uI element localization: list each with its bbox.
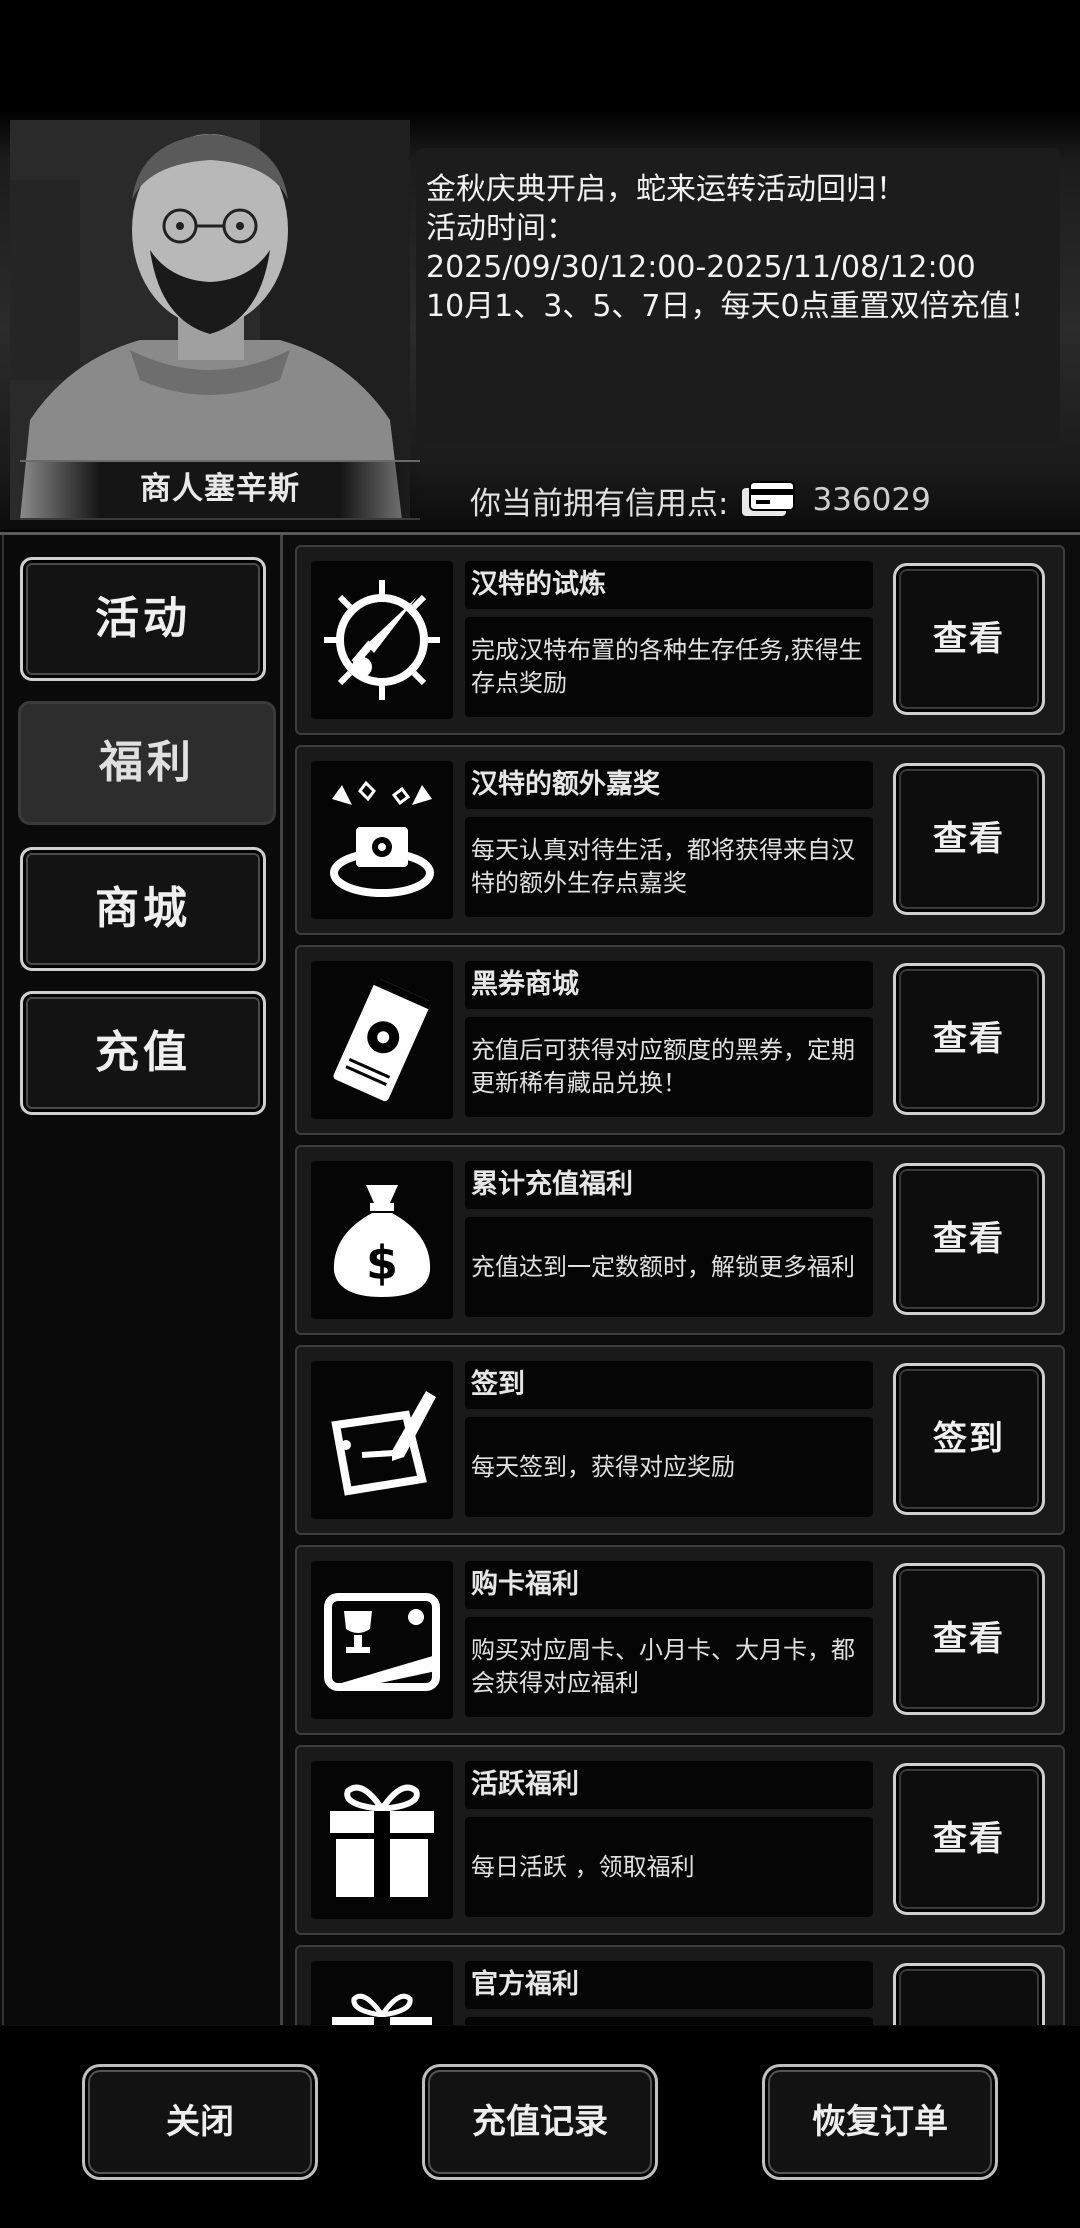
announcement-line: 10月1、3、5、7日，每天0点重置双倍充值！ — [426, 289, 1040, 324]
card-title: 黑券商城 — [465, 961, 873, 1009]
welfare-list[interactable]: 汉特的试炼 完成汉特布置的各种生存任务,获得生存点奖励 查看 汉特的额外嘉奖 每… — [290, 545, 1068, 2025]
merchant-name: 商人塞辛斯 — [20, 460, 420, 520]
recharge-history-button[interactable]: 充值记录 — [422, 2064, 658, 2180]
list-item: 官方福利 — [295, 1945, 1065, 2025]
list-item: 活跃福利 每日活跃 ，领取福利 查看 — [295, 1745, 1065, 1935]
ticket-icon — [311, 961, 453, 1119]
money-bag-icon: $ — [311, 1161, 453, 1319]
card-title: 汉特的额外嘉奖 — [465, 761, 873, 809]
card-description: 充值后可获得对应额度的黑券，定期更新稀有藏品兑换！ — [465, 1017, 873, 1117]
list-item: 汉特的试炼 完成汉特布置的各种生存任务,获得生存点奖励 查看 — [295, 545, 1065, 735]
list-item: 购卡福利 购买对应周卡、小月卡、大月卡，都会获得对应福利 查看 — [295, 1545, 1065, 1735]
sidebar-item-activity[interactable]: 活动 — [20, 557, 266, 681]
sign-pen-icon — [311, 1361, 453, 1519]
credit-balance: 你当前拥有信用点: 336029 — [470, 474, 931, 526]
list-item: 黑券商城 充值后可获得对应额度的黑券，定期更新稀有藏品兑换！ 查看 — [295, 945, 1065, 1135]
card-description: 完成汉特布置的各种生存任务,获得生存点奖励 — [465, 617, 873, 717]
trophy-card-icon — [311, 1561, 453, 1719]
footer-bar: 关闭 充值记录 恢复订单 — [0, 2026, 1080, 2228]
card-title: 购卡福利 — [465, 1561, 873, 1609]
view-button[interactable]: 查看 — [893, 1163, 1045, 1315]
view-button[interactable]: 查看 — [893, 1763, 1045, 1915]
gift-box-icon — [311, 1761, 453, 1919]
main-panel: 活动 福利 商城 充值 汉特的试炼 完成汉特布置的各种生存任务,获得生存点奖励 … — [0, 532, 1080, 2026]
credit-card-icon — [742, 481, 796, 516]
sign-in-button[interactable]: 签到 — [893, 1363, 1045, 1515]
card-description — [465, 2017, 873, 2025]
view-button[interactable]: 查看 — [893, 1563, 1045, 1715]
view-button[interactable]: 查看 — [893, 563, 1045, 715]
sidebar-item-recharge[interactable]: 充值 — [20, 991, 266, 1115]
view-button[interactable]: 查看 — [893, 963, 1045, 1115]
sidebar: 活动 福利 商城 充值 — [2, 535, 283, 2025]
announcement-line: 金秋庆典开启，蛇来运转活动回归！ — [426, 172, 906, 207]
gift-partial-icon — [311, 1961, 453, 2025]
gift-burst-icon — [311, 761, 453, 919]
card-description: 每日活跃 ，领取福利 — [465, 1817, 873, 1917]
svg-text:$: $ — [366, 1236, 398, 1290]
card-description: 充值达到一定数额时，解锁更多福利 — [465, 1217, 873, 1317]
list-item: 签到 每天签到，获得对应奖励 签到 — [295, 1345, 1065, 1535]
card-description: 每天认真对待生活，都将获得来自汉特的额外生存点嘉奖 — [465, 817, 873, 917]
list-item: 汉特的额外嘉奖 每天认真对待生活，都将获得来自汉特的额外生存点嘉奖 查看 — [295, 745, 1065, 935]
close-button[interactable]: 关闭 — [82, 2064, 318, 2180]
view-button[interactable] — [893, 1963, 1045, 2025]
sword-sun-icon — [311, 561, 453, 719]
announcement-line: 2025/09/30/12:00-2025/11/08/12:00 — [426, 250, 976, 285]
restore-order-button[interactable]: 恢复订单 — [762, 2064, 998, 2180]
card-title: 官方福利 — [465, 1961, 873, 2009]
card-title: 签到 — [465, 1361, 873, 1409]
card-title: 汉特的试炼 — [465, 561, 873, 609]
announcement-line: 活动时间： — [426, 211, 576, 246]
list-item: $ 累计充值福利 充值达到一定数额时，解锁更多福利 查看 — [295, 1145, 1065, 1335]
sidebar-item-mall[interactable]: 商城 — [20, 847, 266, 971]
credit-value: 336029 — [812, 482, 931, 518]
announcement-box: 金秋庆典开启，蛇来运转活动回归！ 活动时间： 2025/09/30/12:00-… — [416, 148, 1060, 444]
card-title: 累计充值福利 — [465, 1161, 873, 1209]
card-description: 购买对应周卡、小月卡、大月卡，都会获得对应福利 — [465, 1617, 873, 1717]
card-title: 活跃福利 — [465, 1761, 873, 1809]
view-button[interactable]: 查看 — [893, 763, 1045, 915]
card-description: 每天签到，获得对应奖励 — [465, 1417, 873, 1517]
header: 商人塞辛斯 金秋庆典开启，蛇来运转活动回归！ 活动时间： 2025/09/30/… — [0, 0, 1080, 530]
sidebar-item-welfare[interactable]: 福利 — [18, 701, 276, 825]
credit-label: 你当前拥有信用点: — [470, 485, 729, 522]
